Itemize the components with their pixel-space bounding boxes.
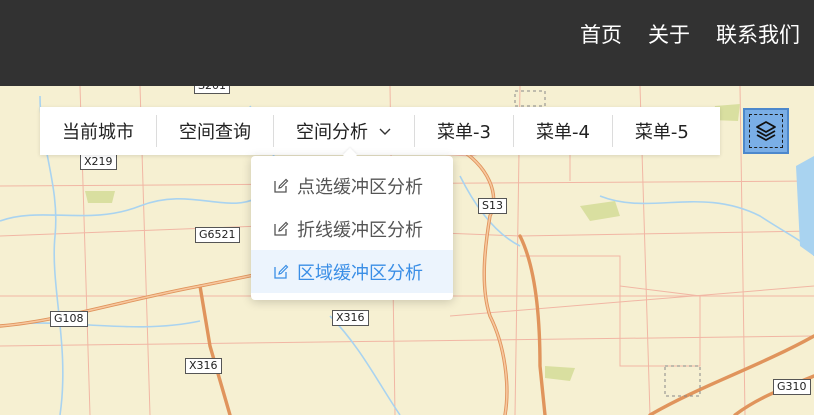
edit-icon xyxy=(274,264,289,279)
dropdown-item-label: 折线缓冲区分析 xyxy=(297,219,423,241)
top-bar: 首页 关于 联系我们 xyxy=(0,0,814,86)
menu-item-label: 当前城市 xyxy=(62,122,134,143)
dropdown-item-point-buffer[interactable]: 点选缓冲区分析 xyxy=(251,164,453,207)
menu-item-label: 菜单-3 xyxy=(437,122,491,143)
road-label-x316-b: X316 xyxy=(185,358,222,374)
layers-icon xyxy=(756,121,776,141)
nav-contact-link[interactable]: 联系我们 xyxy=(716,18,800,52)
menu-item-label: 菜单-4 xyxy=(535,122,590,143)
menu-item-spatial-analysis[interactable]: 空间分析 xyxy=(274,115,415,147)
menu-item-label: 空间分析 xyxy=(296,122,368,143)
road-label-x219: X219 xyxy=(80,154,117,170)
edit-icon xyxy=(274,178,289,193)
menu-item-label: 菜单-5 xyxy=(634,122,689,143)
menu-item-4[interactable]: 菜单-4 xyxy=(514,115,613,147)
nav-home-link[interactable]: 首页 xyxy=(580,18,622,52)
menu-item-spatial-query[interactable]: 空间查询 xyxy=(157,115,274,147)
menu-item-3[interactable]: 菜单-3 xyxy=(415,115,514,147)
top-nav: 首页 关于 联系我们 xyxy=(580,18,800,52)
road-label-s13: S13 xyxy=(478,198,507,214)
road-label-x316-a: X316 xyxy=(332,310,369,326)
dropdown-item-area-buffer[interactable]: 区域缓冲区分析 xyxy=(251,250,453,293)
road-label-g108: G108 xyxy=(50,311,88,327)
road-label-g310: G310 xyxy=(773,379,811,395)
menu-item-5[interactable]: 菜单-5 xyxy=(613,115,711,147)
nav-about-link[interactable]: 关于 xyxy=(648,18,690,52)
road-label-g6521: G6521 xyxy=(195,227,240,243)
dropdown-item-polyline-buffer[interactable]: 折线缓冲区分析 xyxy=(251,207,453,250)
menu-item-current-city[interactable]: 当前城市 xyxy=(40,115,157,147)
dropdown-item-label: 点选缓冲区分析 xyxy=(297,176,423,198)
chevron-down-icon xyxy=(379,128,391,135)
menu-item-label: 空间查询 xyxy=(179,122,251,143)
layer-toggle-button[interactable] xyxy=(743,108,789,154)
layer-button-inner xyxy=(749,114,783,148)
main-menu-bar: 当前城市 空间查询 空间分析 菜单-3 菜单-4 菜单-5 xyxy=(40,107,720,155)
edit-icon xyxy=(274,221,289,236)
spatial-analysis-dropdown: 点选缓冲区分析 折线缓冲区分析 区域缓冲区分析 xyxy=(251,147,453,300)
dropdown-item-label: 区域缓冲区分析 xyxy=(297,262,423,284)
